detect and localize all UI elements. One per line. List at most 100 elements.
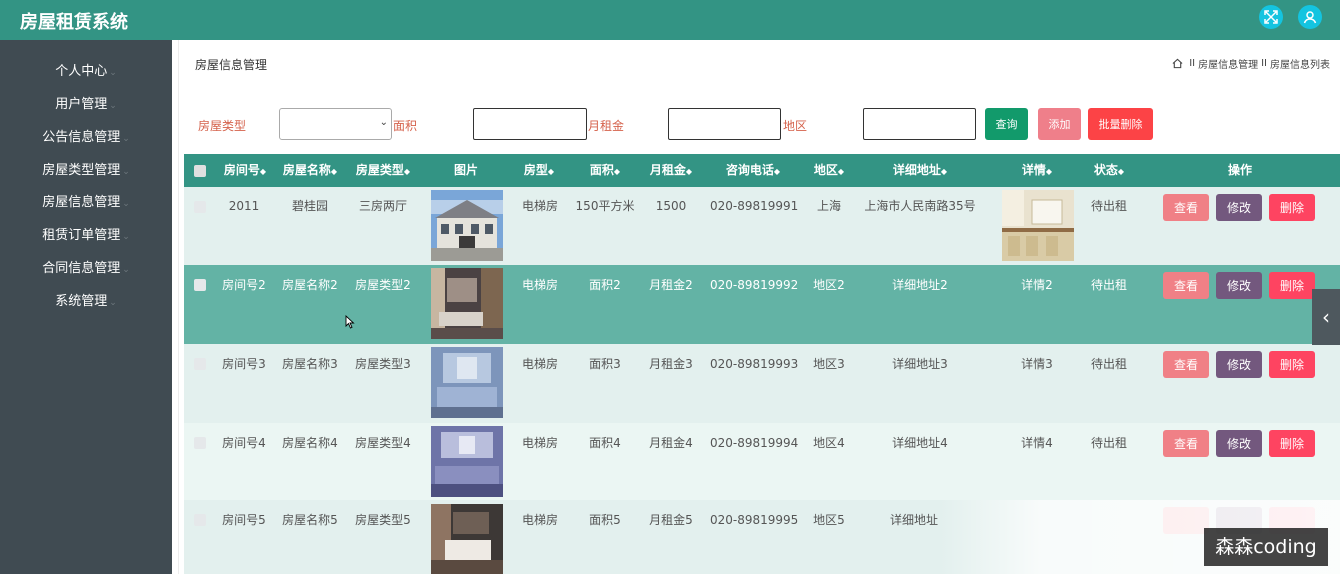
sort-icon: ◆ xyxy=(940,167,948,176)
house-image[interactable] xyxy=(431,190,503,261)
row-checkbox[interactable] xyxy=(194,514,206,526)
row-checkbox[interactable] xyxy=(194,201,206,213)
breadcrumb-item-house-info[interactable]: 房屋信息管理 xyxy=(1198,56,1258,71)
row-checkbox[interactable] xyxy=(194,279,206,291)
column-header-room[interactable]: 房间号◆ xyxy=(222,154,268,187)
chevron-down-icon: ⌄ xyxy=(122,232,130,242)
cell-room: 房间号5 xyxy=(222,513,266,527)
chevron-down-icon: ⌄ xyxy=(122,265,130,275)
cell-name: 房屋名称2 xyxy=(282,278,338,292)
cell-rent: 1500 xyxy=(655,199,687,213)
add-button[interactable]: 添加 xyxy=(1038,108,1081,140)
sidebar-item-house-type-management[interactable]: 房屋类型管理 ⌄ xyxy=(0,159,172,183)
chevron-down-icon: ⌄ xyxy=(122,167,130,177)
column-header-area[interactable]: 面积◆ xyxy=(588,154,622,187)
cell-address: 详细地址2 xyxy=(892,278,948,292)
cell-room: 房间号4 xyxy=(222,436,266,450)
table-row[interactable]: 房间号4 房屋名称4 房屋类型4 电梯房 面积4 月租金4 020-898199… xyxy=(184,423,1340,500)
sort-icon: ◆ xyxy=(259,167,267,176)
cell-address: 详细地址4 xyxy=(892,436,948,450)
view-button[interactable]: 查看 xyxy=(1163,272,1209,299)
view-button[interactable]: 查看 xyxy=(1163,430,1209,457)
user-icon[interactable] xyxy=(1298,5,1322,29)
mouse-cursor-icon xyxy=(345,315,355,329)
edit-button[interactable]: 修改 xyxy=(1216,194,1262,221)
collapse-panel-tab[interactable]: ‹ xyxy=(1312,289,1340,345)
column-header-detail[interactable]: 详情◆ xyxy=(1020,154,1054,187)
cell-detail: 详情4 xyxy=(1021,436,1053,450)
sort-icon: ◆ xyxy=(403,167,411,176)
delete-button[interactable]: 删除 xyxy=(1269,351,1315,378)
search-button[interactable]: 查询 xyxy=(985,108,1028,140)
rent-input[interactable] xyxy=(668,108,781,140)
cell-type: 房屋类型3 xyxy=(355,357,411,371)
house-type-label: 房屋类型 xyxy=(198,119,247,133)
cell-name: 碧桂园 xyxy=(291,199,328,213)
sidebar-item-contract-management[interactable]: 合同信息管理 ⌄ xyxy=(0,257,172,281)
column-header-address[interactable]: 详细地址◆ xyxy=(892,154,948,187)
chevron-down-icon: ⌄ xyxy=(122,199,130,209)
cell-region: 地区5 xyxy=(813,513,845,527)
page-title: 房屋信息管理 xyxy=(195,58,268,72)
column-header-region[interactable]: 地区◆ xyxy=(812,154,846,187)
breadcrumb: II 房屋信息管理 II 房屋信息列表 xyxy=(1172,56,1330,71)
cell-status: 待出租 xyxy=(1090,357,1127,371)
column-header-rent[interactable]: 月租金◆ xyxy=(648,154,694,187)
sidebar-item-rental-order-management[interactable]: 租赁订单管理 ⌄ xyxy=(0,224,172,248)
column-header-name[interactable]: 房屋名称◆ xyxy=(282,154,338,187)
delete-button[interactable]: 删除 xyxy=(1269,194,1315,221)
detail-image[interactable] xyxy=(1002,190,1074,261)
cell-address: 详细地址 xyxy=(889,513,938,527)
cell-style: 电梯房 xyxy=(521,199,558,213)
cell-status: 待出租 xyxy=(1090,436,1127,450)
batch-delete-button[interactable]: 批量删除 xyxy=(1088,108,1153,140)
region-input[interactable] xyxy=(863,108,976,140)
cell-phone: 020-89819995 xyxy=(710,513,799,527)
view-button[interactable]: 查看 xyxy=(1163,194,1209,221)
sidebar-item-notice-management[interactable]: 公告信息管理 ⌄ xyxy=(0,126,172,150)
chevron-down-icon: ⌄ xyxy=(109,68,117,78)
home-icon[interactable] xyxy=(1172,58,1183,69)
edit-button[interactable]: 修改 xyxy=(1216,351,1262,378)
region-label: 地区 xyxy=(783,119,808,133)
row-checkbox[interactable] xyxy=(194,358,206,370)
table-row[interactable]: 2011 碧桂园 三房两厅 电梯房 150平方米 1500 020-898199… xyxy=(184,187,1340,265)
view-button[interactable]: 查看 xyxy=(1163,351,1209,378)
edit-button[interactable]: 修改 xyxy=(1216,430,1262,457)
edit-button[interactable]: 修改 xyxy=(1216,272,1262,299)
column-header-actions: 操作 xyxy=(1227,163,1252,177)
sidebar: 个人中心 ⌄ 用户管理 ⌄ 公告信息管理 ⌄ 房屋类型管理 ⌄ 房屋信息管理 ⌄ 租赁订单… xyxy=(0,40,172,574)
delete-button[interactable]: 删除 xyxy=(1269,272,1315,299)
select-all-checkbox[interactable] xyxy=(194,165,206,177)
sidebar-item-personal-center[interactable]: 个人中心 ⌄ xyxy=(0,60,172,84)
cell-status: 待出租 xyxy=(1090,199,1127,213)
house-type-select[interactable]: ⌄ xyxy=(279,108,392,140)
house-image[interactable] xyxy=(431,504,503,574)
cell-region: 地区4 xyxy=(813,436,845,450)
fullscreen-icon[interactable] xyxy=(1259,5,1283,29)
column-header-type[interactable]: 房屋类型◆ xyxy=(355,154,411,187)
cell-name: 房屋名称5 xyxy=(282,513,338,527)
cell-style: 电梯房 xyxy=(521,357,558,371)
table-row[interactable]: 房间号2 房屋名称2 房屋类型2 电梯房 面积2 月租金2 020-898199… xyxy=(184,265,1340,344)
sort-icon: ◆ xyxy=(685,167,693,176)
table-row[interactable]: 房间号3 房屋名称3 房屋类型3 电梯房 面积3 月租金3 020-898199… xyxy=(184,344,1340,423)
chevron-down-icon: ⌄ xyxy=(379,117,388,128)
row-checkbox[interactable] xyxy=(194,437,206,449)
column-header-phone[interactable]: 咨询电话◆ xyxy=(724,154,782,187)
house-image[interactable] xyxy=(431,268,503,339)
sidebar-item-system-management[interactable]: 系统管理 ⌄ xyxy=(0,290,172,314)
cell-type: 房屋类型4 xyxy=(355,436,411,450)
top-bar: 房屋租赁系统 xyxy=(0,0,1340,40)
column-header-style[interactable]: 房型◆ xyxy=(522,154,556,187)
column-header-status[interactable]: 状态◆ xyxy=(1092,154,1126,187)
sidebar-item-house-info-management[interactable]: 房屋信息管理 ⌄ xyxy=(0,191,172,215)
house-image[interactable] xyxy=(431,347,503,418)
delete-button[interactable]: 删除 xyxy=(1269,430,1315,457)
sidebar-item-user-management[interactable]: 用户管理 ⌄ xyxy=(0,93,172,117)
house-image[interactable] xyxy=(431,426,503,497)
cell-area: 150平方米 xyxy=(575,199,635,213)
cell-name: 房屋名称4 xyxy=(282,436,338,450)
cell-area: 面积2 xyxy=(589,278,621,292)
area-input[interactable] xyxy=(473,108,587,140)
